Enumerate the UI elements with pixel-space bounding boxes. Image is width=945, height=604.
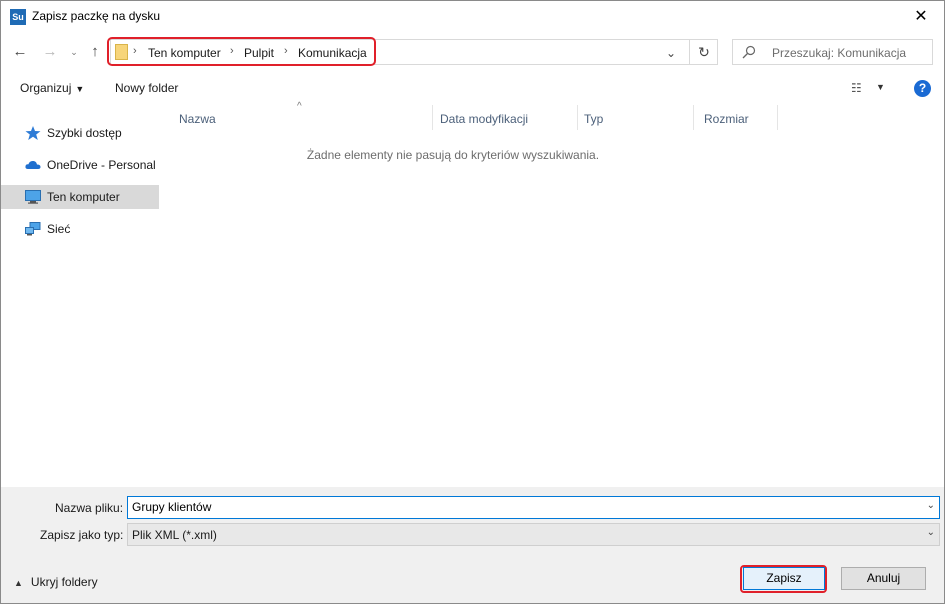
file-list: ^ Nazwa Data modyfikacji Typ Rozmiar Żad… — [169, 101, 944, 485]
save-button[interactable]: Zapisz — [743, 567, 825, 590]
sidebar-item-this-pc[interactable]: Ten komputer — [1, 185, 159, 209]
filetype-select[interactable]: Plik XML (*.xml) ⌄ — [127, 523, 940, 546]
column-header-size[interactable]: Rozmiar — [694, 105, 778, 130]
organize-menu-button[interactable]: Organizuj ▼ — [20, 81, 84, 95]
column-header-type[interactable]: Typ — [574, 105, 694, 130]
address-dropdown-button[interactable]: ⌄ — [662, 44, 680, 62]
hide-folders-button[interactable]: ▲ Ukryj foldery — [14, 575, 98, 589]
refresh-button[interactable]: ↻ — [689, 40, 718, 64]
app-icon: Su — [10, 9, 26, 25]
search-placeholder: Przeszukaj: Komunikacja — [772, 46, 907, 60]
sidebar-item-label: Szybki dostęp — [47, 126, 122, 140]
column-header-label: Nazwa — [179, 112, 216, 126]
computer-icon — [25, 190, 41, 204]
forward-button[interactable]: → — [40, 42, 60, 62]
close-button[interactable]: ✕ — [898, 1, 944, 32]
sidebar-item-label: Sieć — [47, 222, 71, 236]
star-icon — [25, 126, 41, 140]
address-highlight-annotation — [107, 37, 376, 66]
network-icon — [25, 222, 41, 236]
save-dialog-window: Su Zapisz paczkę na dysku ✕ ← → ⌄ ↑ › Te… — [0, 0, 945, 604]
view-dropdown-icon[interactable]: ▼ — [876, 82, 885, 92]
sidebar-item-network[interactable]: Sieć — [1, 217, 159, 241]
search-input[interactable]: Przeszukaj: Komunikacja — [732, 39, 933, 65]
new-folder-button[interactable]: Nowy folder — [115, 81, 178, 95]
toolbar: Organizuj ▼ Nowy folder ☷ ▼ ? — [1, 73, 944, 103]
organize-label: Organizuj — [20, 81, 72, 95]
empty-list-message: Żadne elementy nie pasują do kryteriów w… — [306, 148, 600, 162]
filename-label: Nazwa pliku: — [55, 501, 124, 515]
chevron-up-icon: ▲ — [14, 578, 23, 588]
recent-locations-button[interactable]: ⌄ — [64, 42, 84, 62]
help-icon[interactable]: ? — [914, 80, 931, 97]
filename-field[interactable]: ⌄ — [127, 496, 940, 519]
up-button[interactable]: ↑ — [85, 42, 105, 62]
cancel-button[interactable]: Anuluj — [841, 567, 926, 590]
back-button[interactable]: ← — [10, 42, 30, 62]
filetype-value: Plik XML (*.xml) — [132, 528, 217, 542]
filetype-label: Zapisz jako typ: — [40, 528, 124, 542]
view-options-icon[interactable]: ☷ — [851, 81, 862, 95]
sidebar-item-quick-access[interactable]: Szybki dostęp — [1, 121, 159, 145]
caret-down-icon: ▼ — [75, 84, 85, 94]
sidebar-item-label: Ten komputer — [47, 190, 120, 204]
column-header-name[interactable]: ^ Nazwa — [169, 101, 433, 130]
navigation-pane: Szybki dostęp OneDrive - Personal Ten ko… — [1, 105, 167, 485]
title-bar: Su Zapisz paczkę na dysku ✕ — [1, 1, 944, 32]
sidebar-item-label: OneDrive - Personal — [47, 158, 156, 172]
filename-input[interactable] — [128, 497, 908, 517]
column-header-label: Typ — [584, 112, 604, 126]
search-icon — [742, 45, 756, 59]
sort-ascending-icon: ^ — [297, 101, 302, 112]
column-header-label: Data modyfikacji — [440, 112, 529, 126]
window-title: Zapisz paczkę na dysku — [32, 9, 161, 23]
chevron-down-icon: ⌄ — [926, 527, 935, 538]
column-header-label: Rozmiar — [704, 112, 749, 126]
chevron-down-icon[interactable]: ⌄ — [927, 500, 935, 511]
navigation-bar: ← → ⌄ ↑ › Ten komputer › Pulpit › Komuni… — [1, 37, 944, 67]
hide-folders-label: Ukryj foldery — [30, 575, 98, 589]
column-header-date-modified[interactable]: Data modyfikacji — [430, 105, 578, 130]
save-form: Nazwa pliku: ⌄ Zapisz jako typ: Plik XML… — [1, 487, 944, 603]
cloud-icon — [25, 160, 41, 169]
sidebar-item-onedrive[interactable]: OneDrive - Personal — [1, 153, 159, 177]
